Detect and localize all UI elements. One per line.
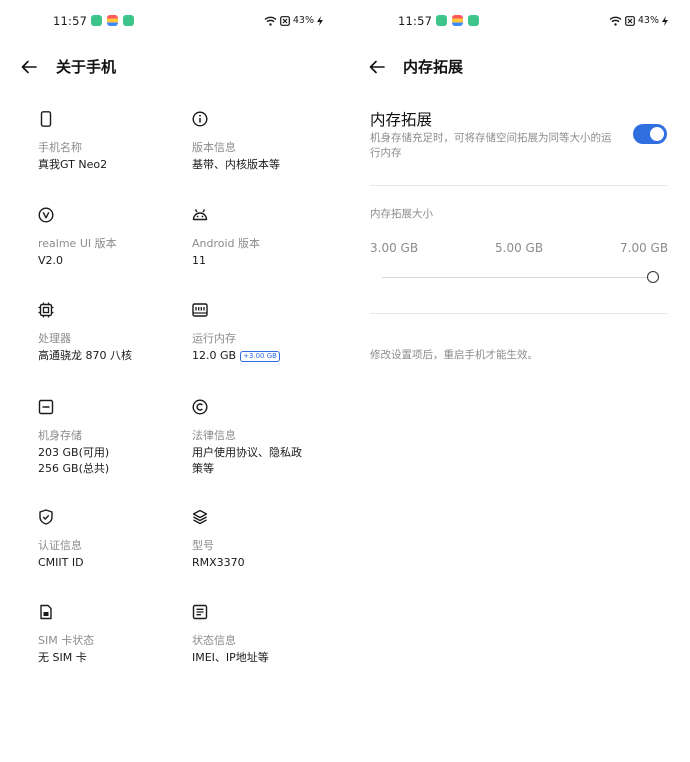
info-item-label: 状态信息 [192, 634, 236, 647]
info-item-value: 203 GB(可用) 256 GB(总共) [38, 446, 110, 475]
app-notification-icon [436, 15, 447, 26]
info-item-legal[interactable]: 法律信息 用户使用协议、隐私政 策等 [192, 399, 342, 476]
info-item-sim-status[interactable]: SIM 卡状态 无 SIM 卡 [38, 604, 188, 666]
android-icon [192, 209, 208, 221]
info-item-processor[interactable]: 处理器 高通骁龙 870 八核 [38, 302, 188, 364]
info-item-value: IMEI、IP地址等 [192, 651, 269, 664]
back-arrow-icon[interactable] [20, 58, 38, 76]
wifi-icon [609, 16, 622, 26]
toggle-knob [650, 127, 664, 141]
size-slider-thumb[interactable] [647, 271, 659, 283]
charging-icon [662, 15, 668, 26]
status-right: 43% [264, 15, 323, 26]
info-item-label: 版本信息 [192, 141, 236, 154]
info-item-label: 处理器 [38, 332, 71, 345]
status-time: 11:57 [53, 14, 88, 28]
page-title: 内存拓展 [403, 58, 464, 76]
info-item-android[interactable]: Android 版本 11 [192, 207, 342, 269]
info-item-storage[interactable]: 机身存储 203 GB(可用) 256 GB(总共) [38, 399, 188, 476]
size-slider-track[interactable] [382, 277, 653, 278]
size-option-3gb[interactable]: 3.00 GB [370, 241, 418, 255]
memory-expansion-screen: 11:57 43% 内存拓展 内存拓展 机身存储充足时，可将存储空间拓展为同等大… [345, 0, 690, 762]
status-bar: 11:57 43% [0, 13, 345, 31]
battery-level: 43% [637, 15, 659, 26]
status-info-icon [192, 604, 208, 620]
info-item-value: 基带、内核版本等 [192, 158, 280, 171]
app-notification-icon [468, 15, 479, 26]
info-item-value: RMX3370 [192, 556, 245, 569]
header: 关于手机 [0, 55, 345, 79]
info-item-label: 法律信息 [192, 429, 236, 442]
info-item-realme-ui[interactable]: realme UI 版本 V2.0 [38, 207, 188, 269]
battery-level: 43% [292, 15, 314, 26]
storage-icon [38, 399, 54, 415]
notification-icons [436, 15, 479, 26]
info-item-value: 无 SIM 卡 [38, 651, 87, 664]
status-bar: 11:57 43% [345, 13, 690, 31]
info-item-value: V2.0 [38, 254, 64, 267]
app-notification-icon [123, 15, 134, 26]
app-notification-icon [452, 15, 463, 26]
app-notification-icon [107, 15, 118, 26]
info-item-value: 用户使用协议、隐私政 策等 [192, 446, 302, 475]
info-item-certification[interactable]: 认证信息 CMIIT ID [38, 509, 188, 571]
restart-notice: 修改设置项后，重启手机才能生效。 [370, 349, 538, 361]
info-item-label: 型号 [192, 539, 214, 552]
app-notification-icon [91, 15, 102, 26]
no-sim-icon [624, 15, 635, 26]
processor-icon [38, 302, 54, 318]
wifi-icon [264, 16, 277, 26]
info-item-ram[interactable]: 运行内存 12.0 GB +3.00 GB [192, 302, 342, 364]
no-sim-icon [279, 15, 290, 26]
page-title: 关于手机 [56, 58, 117, 76]
info-item-label: realme UI 版本 [38, 237, 117, 250]
divider [370, 185, 667, 186]
phone-icon [40, 111, 52, 127]
status-right: 43% [609, 15, 668, 26]
expansion-size-label: 内存拓展大小 [370, 208, 433, 220]
header: 内存拓展 [345, 55, 690, 79]
certification-icon [39, 509, 53, 525]
info-item-status-info[interactable]: 状态信息 IMEI、IP地址等 [192, 604, 342, 666]
divider [370, 313, 667, 314]
info-item-value: 高通骁龙 870 八核 [38, 349, 132, 362]
info-item-value: 11 [192, 254, 206, 267]
ram-expansion-badge[interactable]: +3.00 GB [240, 351, 280, 362]
info-item-version[interactable]: 版本信息 基带、内核版本等 [192, 111, 342, 173]
memory-expansion-toggle[interactable] [633, 124, 667, 144]
charging-icon [317, 15, 323, 26]
info-item-label: 认证信息 [38, 539, 82, 552]
status-time: 11:57 [398, 14, 433, 28]
back-arrow-icon[interactable] [368, 58, 386, 76]
info-item-phone-name[interactable]: 手机名称 真我GT Neo2 [38, 111, 188, 173]
info-icon [192, 111, 208, 127]
info-item-label: 机身存储 [38, 429, 82, 442]
memory-expansion-description: 机身存储充足时，可将存储空间拓展为同等大小的运行内存 [370, 132, 612, 159]
size-option-7gb[interactable]: 7.00 GB [620, 241, 668, 255]
about-phone-screen: 11:57 43% 关于手机 手机名称 真我GT Neo2 版本信息 基带、内核… [0, 0, 345, 762]
info-item-label: Android 版本 [192, 237, 261, 250]
info-item-value: 12.0 GB +3.00 GB [192, 348, 342, 364]
info-item-label: 手机名称 [38, 141, 82, 154]
notification-icons [91, 15, 134, 26]
sim-card-icon [40, 604, 52, 620]
copyright-icon [192, 399, 208, 415]
layers-icon [192, 509, 208, 525]
realme-ui-icon [38, 207, 54, 223]
ram-icon [192, 303, 208, 317]
info-item-label: 运行内存 [192, 332, 236, 345]
info-item-label: SIM 卡状态 [38, 634, 95, 647]
info-item-value: 真我GT Neo2 [38, 158, 108, 171]
info-item-model[interactable]: 型号 RMX3370 [192, 509, 342, 571]
size-option-5gb[interactable]: 5.00 GB [495, 241, 543, 255]
info-item-value: CMIIT ID [38, 556, 84, 569]
memory-expansion-setting-title: 内存拓展 [370, 111, 433, 129]
